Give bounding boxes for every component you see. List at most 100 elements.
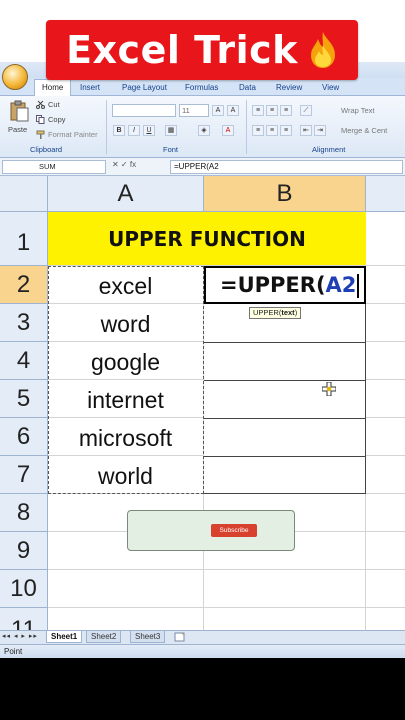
tab-formulas[interactable]: Formulas [185, 80, 218, 96]
row-header-3[interactable]: 3 [0, 304, 48, 342]
bottom-letterbox [0, 658, 405, 720]
subscribe-button[interactable]: Subscribe [211, 524, 257, 537]
column-header-b[interactable]: B [204, 176, 366, 212]
align-bottom-button[interactable]: ≡ [280, 105, 292, 116]
sheet-tab-sheet3[interactable]: Sheet3 [130, 631, 166, 643]
fill-color-button[interactable]: ◈ [198, 125, 210, 136]
row-header-4[interactable]: 4 [0, 342, 48, 380]
column-header-c[interactable] [366, 176, 405, 212]
orientation-button[interactable]: ⟋ [300, 105, 312, 116]
row-header-1[interactable]: 1 [0, 212, 48, 266]
cell-a3[interactable]: word [48, 304, 204, 342]
cell[interactable] [366, 608, 405, 630]
cell-cursor-icon [322, 382, 336, 396]
name-box[interactable]: SUM [2, 160, 106, 174]
merge-center-button[interactable]: Merge & Cent [341, 126, 387, 135]
paste-button[interactable]: Paste [8, 125, 27, 134]
cell[interactable] [204, 570, 366, 608]
cell[interactable] [366, 304, 405, 342]
cell[interactable] [366, 342, 405, 380]
font-size-dropdown[interactable]: 11 [179, 104, 209, 117]
borders-button[interactable]: ▦ [165, 125, 177, 136]
shrink-font-button[interactable]: A [227, 105, 239, 116]
cell[interactable] [366, 418, 405, 456]
sheet-tab-sheet2[interactable]: Sheet2 [86, 631, 122, 643]
worksheet-grid[interactable]: A B 1 2 3 4 5 6 7 8 9 10 11 UPPER FUNCTI… [0, 176, 405, 630]
cut-button[interactable]: Cut [48, 100, 60, 109]
clipboard-group-label: Clipboard [30, 145, 63, 154]
row-header-5[interactable]: 5 [0, 380, 48, 418]
increase-indent-button[interactable]: ⇥ [314, 125, 326, 136]
align-center-button[interactable]: ≡ [266, 125, 278, 136]
align-right-button[interactable]: ≡ [280, 125, 292, 136]
cell[interactable] [366, 570, 405, 608]
tab-review[interactable]: Review [276, 80, 302, 96]
tab-insert[interactable]: Insert [80, 80, 100, 96]
alignment-group-label: Alignment [312, 145, 346, 154]
cell[interactable] [366, 212, 405, 266]
status-bar: Point [0, 644, 405, 658]
cell-b2-editing[interactable]: =UPPER(A2 [204, 266, 366, 304]
wrap-text-button[interactable]: Wrap Text [341, 106, 375, 115]
italic-button[interactable]: I [128, 125, 140, 136]
cell-border [204, 456, 366, 457]
decrease-indent-button[interactable]: ⇤ [300, 125, 312, 136]
banner-title: Excel Trick [66, 28, 298, 72]
sheet-nav-arrows[interactable]: ◂◂ ◂ ▸ ▸▸ [2, 632, 38, 640]
tab-data[interactable]: Data [239, 80, 256, 96]
cell-border [204, 342, 366, 343]
row-header-7[interactable]: 7 [0, 456, 48, 494]
paste-icon[interactable] [8, 100, 30, 122]
row-header-6[interactable]: 6 [0, 418, 48, 456]
cell-a4[interactable]: google [48, 342, 204, 380]
formula-reference: A2 [325, 273, 357, 297]
row-header-10[interactable]: 10 [0, 570, 48, 608]
underline-button[interactable]: U [143, 125, 155, 136]
cell-a2[interactable]: excel [48, 266, 204, 304]
column-header-a[interactable]: A [48, 176, 204, 212]
font-group-label: Font [163, 145, 179, 154]
font-name-dropdown[interactable] [112, 104, 176, 117]
cell-border [204, 418, 366, 419]
function-tooltip[interactable]: UPPER(text) [249, 307, 302, 319]
grow-font-button[interactable]: A [212, 105, 224, 116]
cell[interactable] [366, 532, 405, 570]
cell-a7[interactable]: world [48, 456, 204, 494]
align-left-button[interactable]: ≡ [252, 125, 264, 136]
sheet-tab-sheet1[interactable]: Sheet1 [46, 631, 83, 643]
select-all-corner[interactable] [0, 176, 48, 212]
copy-button[interactable]: Copy [48, 115, 66, 124]
cell[interactable] [48, 608, 204, 630]
format-painter-button[interactable]: Format Painter [48, 130, 98, 139]
row-header-9[interactable]: 9 [0, 532, 48, 570]
row-header-8[interactable]: 8 [0, 494, 48, 532]
cell[interactable] [48, 570, 204, 608]
tab-view[interactable]: View [322, 80, 339, 96]
bold-button[interactable]: B [113, 125, 125, 136]
cell-a5[interactable]: internet [48, 380, 204, 418]
row-header-11[interactable]: 11 [0, 608, 48, 630]
cell-a6[interactable]: microsoft [48, 418, 204, 456]
align-top-button[interactable]: ≡ [252, 105, 264, 116]
font-color-button[interactable]: A [222, 125, 234, 136]
title-cell-upper-function[interactable]: UPPER FUNCTION [48, 212, 366, 266]
format-painter-icon [36, 130, 45, 139]
tab-home[interactable]: Home [34, 79, 72, 97]
cell-border [204, 380, 366, 381]
formula-input[interactable]: =UPPER(A2 [170, 160, 403, 174]
tooltip-func: UPPER( [253, 308, 282, 317]
tab-page-layout[interactable]: Page Layout [122, 80, 167, 96]
cell[interactable] [366, 266, 405, 304]
formula-text: =UPPER( [220, 273, 326, 297]
formula-icons[interactable]: ✕ ✓ fx [112, 160, 136, 169]
office-button[interactable] [2, 64, 28, 90]
cell[interactable] [366, 456, 405, 494]
row-header-2[interactable]: 2 [0, 266, 48, 304]
align-middle-button[interactable]: ≡ [266, 105, 278, 116]
cell[interactable] [204, 608, 366, 630]
cell[interactable] [366, 380, 405, 418]
insert-sheet-icon[interactable] [174, 632, 186, 642]
copy-icon [36, 115, 45, 124]
cell[interactable] [366, 494, 405, 532]
group-separator [246, 100, 247, 154]
